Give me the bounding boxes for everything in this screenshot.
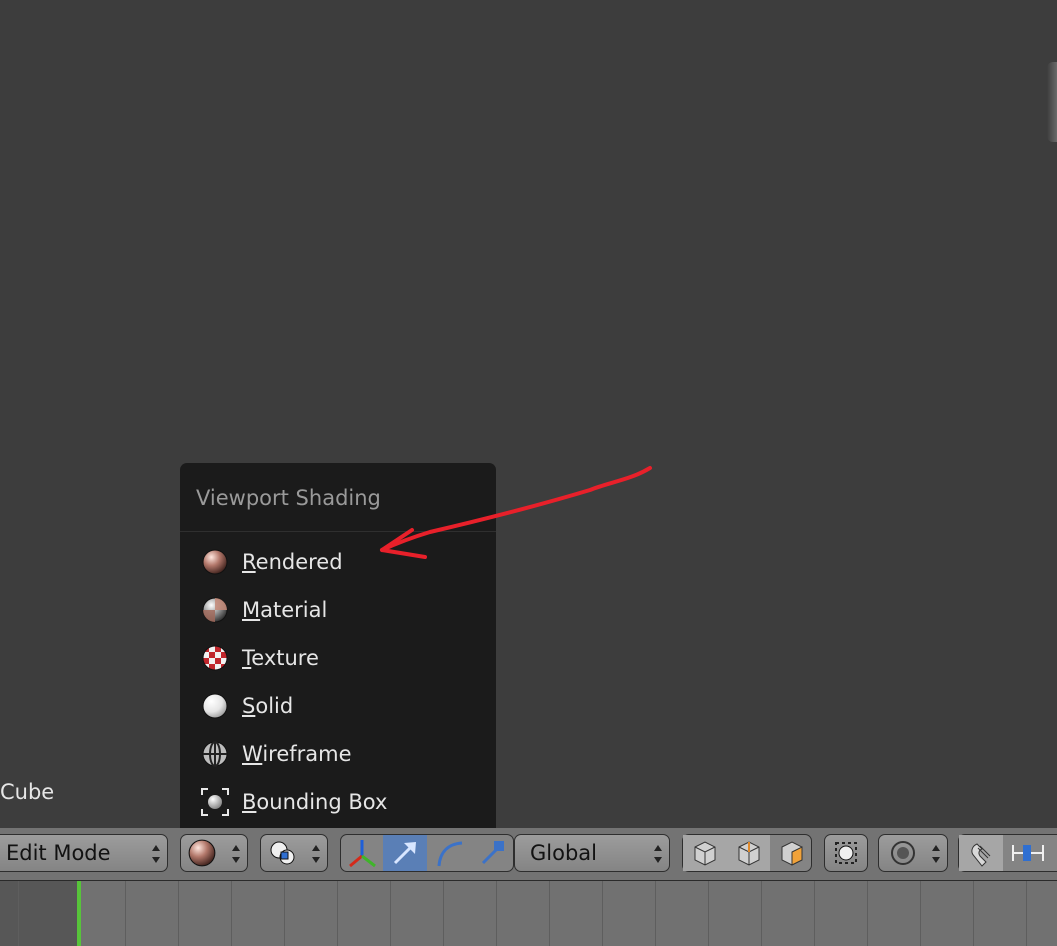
occlude-geometry-icon <box>835 842 857 864</box>
timeline-gridline <box>867 881 868 946</box>
mode-selector[interactable]: Edit Mode <box>0 834 168 872</box>
edge-cube-icon <box>738 841 759 866</box>
snapping-group <box>958 834 1057 872</box>
timeline-gridline <box>1026 881 1027 946</box>
magnet-icon <box>971 843 991 867</box>
vertex-cube-icon <box>694 841 716 866</box>
timeline-gridline <box>549 881 550 946</box>
3d-viewport[interactable]: Cube <box>0 0 1057 828</box>
updown-arrows-icon <box>932 845 940 863</box>
timeline-gridline <box>178 881 179 946</box>
timeline-gridline <box>18 881 19 946</box>
rotate-manipulator[interactable] <box>427 835 471 871</box>
timeline-gridline <box>814 881 815 946</box>
solid-sphere-icon <box>200 691 230 721</box>
updown-arrows-icon <box>152 845 160 863</box>
menu-title: Viewport Shading <box>196 486 381 510</box>
timeline-gridline <box>708 881 709 946</box>
menu-item-label: Rendered <box>242 550 343 574</box>
occlude-geometry-toggle[interactable] <box>824 834 868 872</box>
timeline-gridline <box>496 881 497 946</box>
menu-item-label: Wireframe <box>242 742 352 766</box>
menu-item-wireframe[interactable]: Wireframe <box>200 734 480 774</box>
face-cube-icon <box>781 841 802 866</box>
rotate-arc-icon <box>437 841 463 867</box>
manipulator-toggle[interactable] <box>341 835 383 871</box>
menu-item-label: Solid <box>242 694 294 718</box>
active-object-name: Cube <box>0 780 55 804</box>
timeline-gridline <box>390 881 391 946</box>
pivot-point-selector[interactable] <box>260 834 328 872</box>
texture-checker-icon <box>200 643 230 673</box>
updown-arrows-icon <box>232 845 240 863</box>
mode-selector-label: Edit Mode <box>6 841 111 865</box>
timeline-before-start <box>0 881 78 946</box>
menu-item-solid[interactable]: Solid <box>200 686 480 726</box>
mesh-edge <box>1047 62 1057 142</box>
timeline-gridline <box>284 881 285 946</box>
vertex-select-mode[interactable] <box>683 835 727 871</box>
viewport-header: Edit Mode Global <box>0 828 1057 881</box>
timeline-gridline <box>231 881 232 946</box>
current-frame-marker[interactable] <box>77 881 81 946</box>
menu-item-material[interactable]: Material <box>200 590 480 630</box>
scale-handle-icon <box>481 841 504 865</box>
manipulator-widgets <box>340 834 514 872</box>
timeline-gridline <box>973 881 974 946</box>
translate-manipulator[interactable] <box>383 835 427 871</box>
edge-select-mode[interactable] <box>727 835 770 871</box>
face-select-mode[interactable] <box>770 835 813 871</box>
rendered-sphere-icon <box>188 839 216 867</box>
select-mode-group <box>682 834 812 872</box>
transform-orientation-label: Global <box>530 841 597 865</box>
wireframe-sphere-icon <box>200 739 230 769</box>
menu-item-bounding-box[interactable]: Bounding Box <box>200 782 480 822</box>
manipulator-axes-icon <box>349 840 376 868</box>
timeline-gridline <box>920 881 921 946</box>
timeline-gridline <box>443 881 444 946</box>
annotation-arrow-icon <box>380 466 652 559</box>
translate-arrow-icon <box>393 842 416 865</box>
timeline-gridline <box>602 881 603 946</box>
menu-item-label: Bounding Box <box>242 790 388 814</box>
proportional-edit-icon <box>891 841 915 865</box>
bounding-box-icon <box>200 787 230 817</box>
snap-toggle[interactable] <box>959 835 1003 871</box>
menu-item-texture[interactable]: Texture <box>200 638 480 678</box>
timeline[interactable] <box>0 881 1057 946</box>
menu-item-label: Material <box>242 598 328 622</box>
rendered-sphere-icon <box>200 547 230 577</box>
transform-orientation-selector[interactable]: Global <box>514 834 670 872</box>
updown-arrows-icon <box>312 845 320 863</box>
updown-arrows-icon <box>654 845 662 863</box>
snap-element-selector[interactable] <box>1003 835 1053 871</box>
pivot-point-icon <box>270 841 295 865</box>
snap-increment-icon <box>1012 845 1044 861</box>
timeline-gridline <box>655 881 656 946</box>
material-sphere-icon <box>200 595 230 625</box>
viewport-shading-selector[interactable] <box>180 834 248 872</box>
timeline-gridline <box>761 881 762 946</box>
timeline-gridline <box>125 881 126 946</box>
menu-item-label: Texture <box>242 646 319 670</box>
timeline-gridline <box>337 881 338 946</box>
proportional-editing-selector[interactable] <box>878 834 948 872</box>
scale-manipulator[interactable] <box>471 835 515 871</box>
